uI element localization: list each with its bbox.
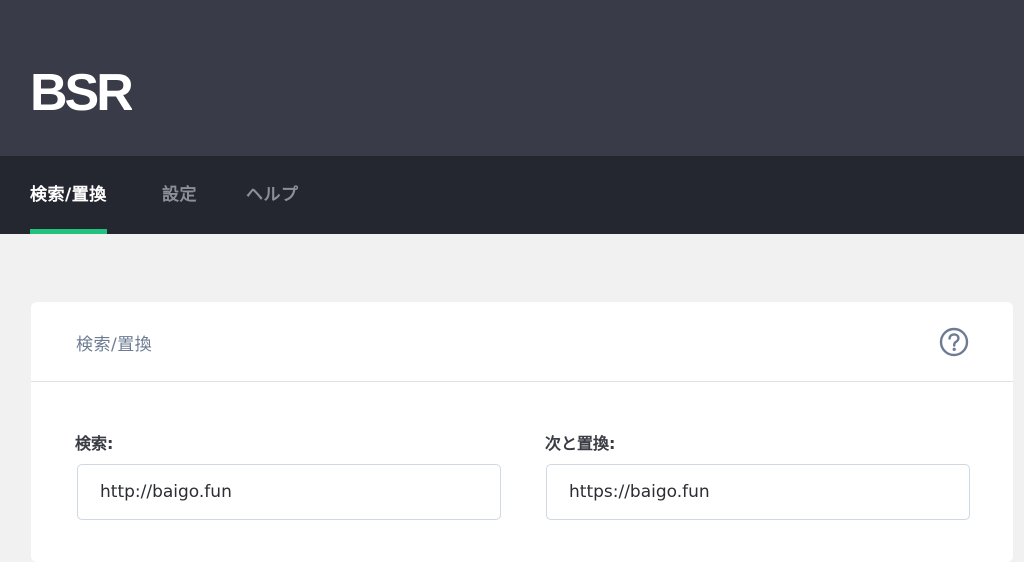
replace-input[interactable] — [546, 464, 970, 520]
tab-settings[interactable]: 設定 — [162, 156, 197, 234]
question-circle-icon[interactable] — [938, 326, 970, 358]
svg-text:BSR: BSR — [30, 66, 132, 112]
search-label: 検索: — [75, 434, 114, 453]
search-replace-panel: 検索/置換 検索: 次と置換: — [31, 302, 1013, 562]
main-nav: 検索/置換 設定 ヘルプ — [0, 156, 1024, 234]
app-header: BSR — [0, 0, 1024, 156]
tab-search-replace[interactable]: 検索/置換 — [30, 156, 107, 234]
panel-title: 検索/置換 — [76, 335, 153, 355]
search-input[interactable] — [77, 464, 501, 520]
panel-header: 検索/置換 — [31, 302, 1013, 382]
bsr-logo: BSR — [30, 66, 132, 112]
tab-help[interactable]: ヘルプ — [246, 156, 299, 234]
replace-label: 次と置換: — [545, 434, 616, 453]
